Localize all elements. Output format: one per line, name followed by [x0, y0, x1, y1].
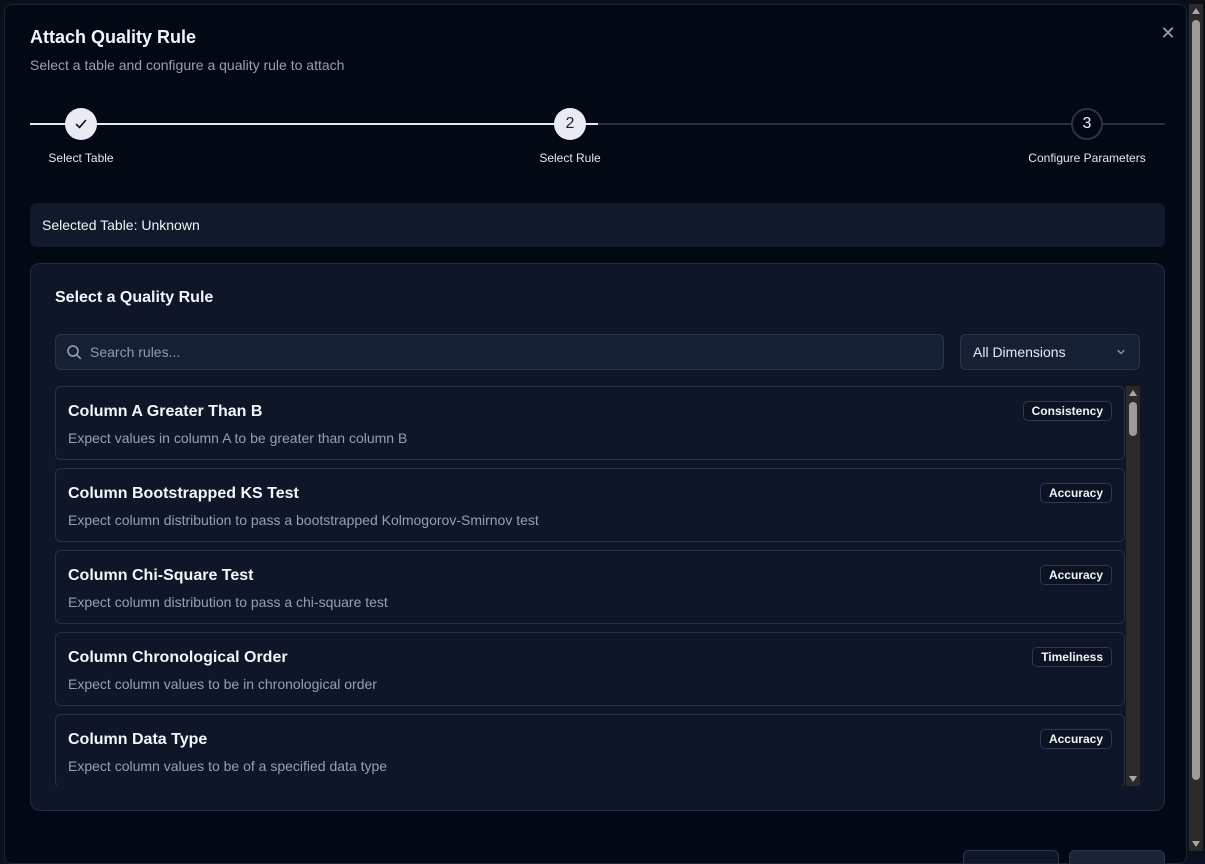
- scroll-down-arrow-icon[interactable]: [1129, 776, 1137, 782]
- selected-table-banner: Selected Table: Unknown: [30, 203, 1165, 247]
- page-scrollbar-thumb[interactable]: [1192, 20, 1200, 780]
- search-icon: [66, 344, 82, 360]
- scrollbar-thumb[interactable]: [1129, 402, 1137, 436]
- step-1-label: Select Table: [48, 151, 113, 165]
- footer-next-button[interactable]: [1069, 850, 1165, 864]
- rule-name: Column Chi-Square Test: [68, 567, 254, 585]
- dialog-title: Attach Quality Rule: [30, 27, 196, 48]
- rule-name: Column Chronological Order: [68, 649, 288, 667]
- footer-back-button[interactable]: [963, 850, 1059, 864]
- dimension-filter-value: All Dimensions: [973, 344, 1066, 360]
- dialog-subtitle: Select a table and configure a quality r…: [30, 57, 344, 73]
- stepper-progress: [30, 123, 598, 125]
- rule-name: Column Data Type: [68, 731, 207, 749]
- dimension-filter-select[interactable]: All Dimensions: [960, 334, 1140, 370]
- rule-name: Column A Greater Than B: [68, 403, 262, 421]
- rule-item-column-bootstrapped-ks-test[interactable]: Column Bootstrapped KS Test Expect colum…: [55, 468, 1125, 542]
- dimension-badge: Timeliness: [1032, 647, 1112, 667]
- rule-description: Expect column distribution to pass a chi…: [68, 594, 388, 610]
- dimension-badge: Accuracy: [1040, 729, 1112, 749]
- page-scroll-up-arrow-icon[interactable]: [1192, 8, 1200, 14]
- quality-rule-panel: Select a Quality Rule All Dimensions Col…: [30, 263, 1165, 811]
- rule-item-column-chronological-order[interactable]: Column Chronological Order Expect column…: [55, 632, 1125, 706]
- chevron-down-icon: [1115, 346, 1127, 358]
- dimension-badge: Accuracy: [1040, 565, 1112, 585]
- search-box[interactable]: [55, 334, 944, 370]
- step-3-circle[interactable]: 3: [1071, 108, 1103, 140]
- rule-panel-title: Select a Quality Rule: [55, 289, 213, 307]
- rule-description: Expect values in column A to be greater …: [68, 430, 407, 446]
- dimension-badge: Consistency: [1023, 401, 1112, 421]
- rule-item-column-data-type[interactable]: Column Data Type Expect column values to…: [55, 714, 1125, 786]
- rule-list-scrollbar[interactable]: [1126, 386, 1140, 786]
- rule-description: Expect column values to be of a specifie…: [68, 758, 387, 774]
- search-input[interactable]: [90, 344, 943, 360]
- rule-description: Expect column distribution to pass a boo…: [68, 512, 539, 528]
- page-scrollbar[interactable]: [1189, 4, 1203, 851]
- rule-name: Column Bootstrapped KS Test: [68, 485, 299, 503]
- page-scroll-down-arrow-icon[interactable]: [1192, 841, 1200, 847]
- stepper: Select Table 2 Select Rule 3 Configure P…: [30, 105, 1165, 175]
- rule-item-column-chi-square-test[interactable]: Column Chi-Square Test Expect column dis…: [55, 550, 1125, 624]
- rule-list: Column A Greater Than B Expect values in…: [55, 386, 1125, 786]
- step-2-label: Select Rule: [539, 151, 600, 165]
- rule-description: Expect column values to be in chronologi…: [68, 676, 377, 692]
- attach-quality-rule-dialog: ✕ Attach Quality Rule Select a table and…: [4, 4, 1187, 864]
- scroll-up-arrow-icon[interactable]: [1129, 390, 1137, 396]
- rule-item-column-a-greater-than-b[interactable]: Column A Greater Than B Expect values in…: [55, 386, 1125, 460]
- step-1-check-icon[interactable]: [65, 108, 97, 140]
- step-2-circle[interactable]: 2: [554, 108, 586, 140]
- step-3-label: Configure Parameters: [1028, 151, 1145, 165]
- close-icon[interactable]: ✕: [1158, 23, 1178, 43]
- dimension-badge: Accuracy: [1040, 483, 1112, 503]
